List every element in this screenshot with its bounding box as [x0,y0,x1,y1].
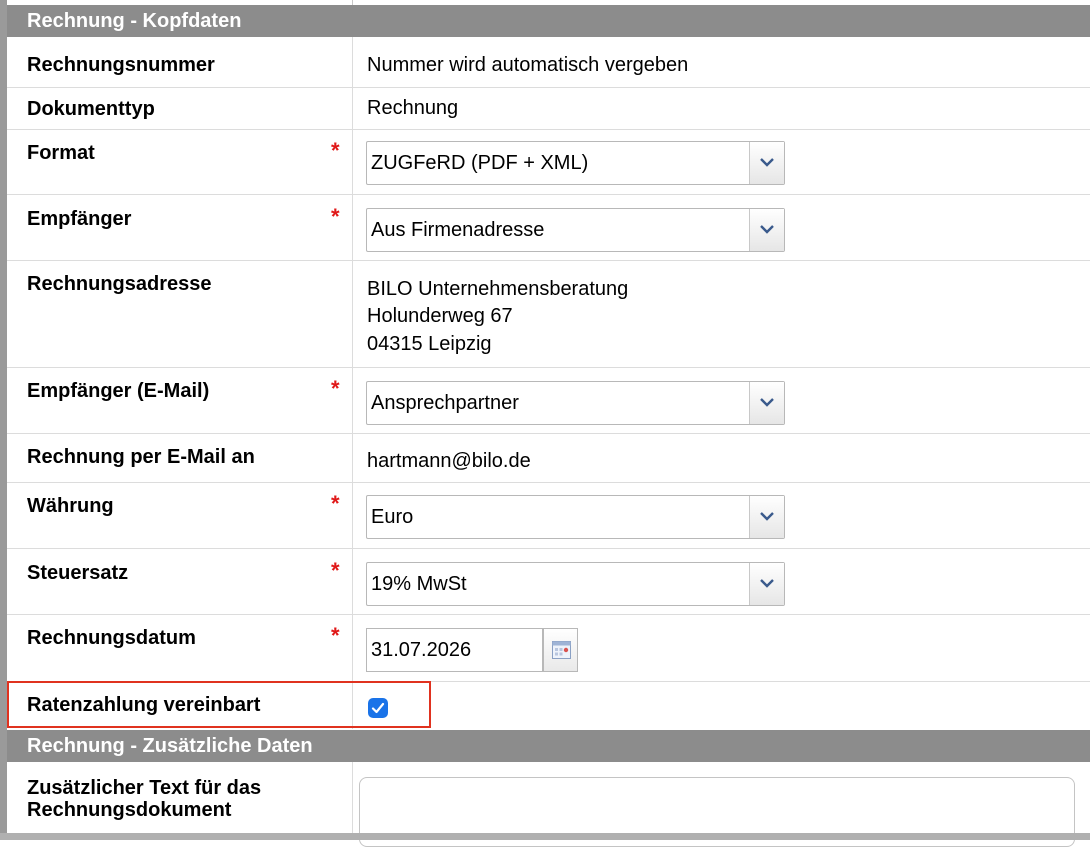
row-steuersatz: Steuersatz * 19% MwSt [7,549,1090,615]
required-marker: * [331,376,340,401]
highlight-box [7,681,431,728]
row-rechnungsnummer: Rechnungsnummer Nummer wird automatisch … [7,37,1090,88]
value-email-an: hartmann@bilo.de [367,450,531,472]
frame-left-border [0,0,7,840]
label-dokumenttyp: Dokumenttyp [27,98,155,120]
required-marker: * [331,138,340,163]
label-empfaenger-email: Empfänger (E-Mail) [27,380,210,402]
row-rechnungsadresse: Rechnungsadresse BILO Unternehmensberatu… [7,261,1090,368]
value-dokumenttyp: Rechnung [367,97,459,119]
steuersatz-select[interactable]: 19% MwSt [366,562,785,606]
address-line-3: 04315 Leipzig [367,333,492,355]
label-rechnungsdatum: Rechnungsdatum [27,627,196,649]
chevron-down-icon[interactable] [749,142,784,184]
chevron-down-icon[interactable] [749,563,784,605]
required-marker: * [331,204,340,229]
invoice-form: Rechnung - Kopfdaten Rechnungsnummer Num… [0,0,1090,847]
address-line-2: Holunderweg 67 [367,305,513,327]
section-header-zusaetzliche-daten: Rechnung - Zusätzliche Daten [7,730,1090,762]
empfaenger-email-select[interactable]: Ansprechpartner [366,381,785,425]
required-marker: * [331,623,340,648]
label-zusatztext-line-1: Zusätzlicher Text für das [27,777,262,799]
format-select-value: ZUGFeRD (PDF + XML) [371,152,589,174]
value-rechnungsnummer: Nummer wird automatisch vergeben [367,54,689,76]
empfaenger-select-value: Aus Firmenadresse [371,219,545,241]
label-rechnungsnummer: Rechnungsnummer [27,54,215,76]
required-marker: * [331,558,340,583]
waehrung-select[interactable]: Euro [366,495,785,539]
label-zusatztext-line-2: Rechnungsdokument [27,799,232,821]
row-empfaenger-email: Empfänger (E-Mail) * Ansprechpartner [7,368,1090,434]
row-dokumenttyp: Dokumenttyp Rechnung [7,88,1090,130]
row-email-an: Rechnung per E-Mail an hartmann@bilo.de [7,434,1090,483]
waehrung-select-value: Euro [371,506,414,528]
empfaenger-email-select-value: Ansprechpartner [371,392,519,414]
frame-bottom-border [0,833,1090,840]
chevron-down-icon[interactable] [749,496,784,538]
label-format: Format [27,142,95,164]
empfaenger-select[interactable]: Aus Firmenadresse [366,208,785,252]
chevron-down-icon[interactable] [749,382,784,424]
row-empfaenger: Empfänger * Aus Firmenadresse [7,195,1090,261]
calendar-icon [552,641,571,659]
rechnungsdatum-value: 31.07.2026 [371,639,472,661]
section-header-kopfdaten: Rechnung - Kopfdaten [7,5,1090,37]
required-marker: * [331,491,340,516]
rechnungsdatum-input[interactable]: 31.07.2026 [366,628,543,672]
steuersatz-select-value: 19% MwSt [371,573,467,595]
format-select[interactable]: ZUGFeRD (PDF + XML) [366,141,785,185]
label-email-an: Rechnung per E-Mail an [27,446,255,468]
row-waehrung: Währung * Euro [7,483,1090,549]
chevron-down-icon[interactable] [749,209,784,251]
address-line-1: BILO Unternehmensberatung [367,278,629,300]
label-waehrung: Währung [27,495,114,517]
label-rechnungsadresse: Rechnungsadresse [27,273,212,295]
label-empfaenger: Empfänger [27,208,132,230]
row-rechnungsdatum: Rechnungsdatum * 31.07.2026 [7,615,1090,682]
calendar-button[interactable] [543,628,578,672]
row-format: Format * ZUGFeRD (PDF + XML) [7,130,1090,195]
label-steuersatz: Steuersatz [27,562,129,584]
